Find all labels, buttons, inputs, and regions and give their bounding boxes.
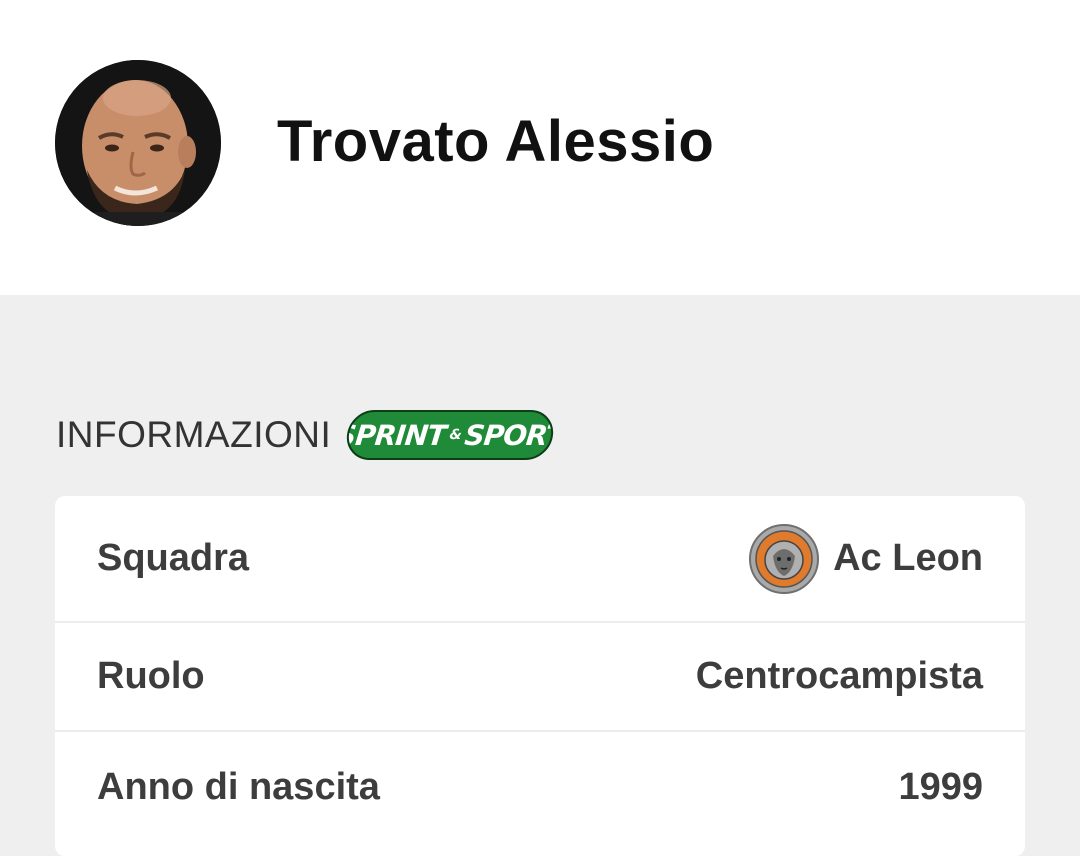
info-row-anno: Anno di nascita 1999 [55, 732, 1025, 842]
profile-header: Trovato Alessio [0, 0, 1080, 295]
info-row-ruolo: Ruolo Centrocampista [55, 623, 1025, 732]
info-label: Squadra [97, 537, 250, 579]
info-label: Anno di nascita [97, 765, 380, 808]
player-avatar [55, 60, 221, 226]
brand-left: SPRINT [344, 418, 448, 452]
team-value[interactable]: Ac Leon [749, 523, 983, 594]
team-logo-icon [749, 523, 820, 594]
brand-right: SPORT [463, 418, 556, 452]
info-label: Ruolo [97, 655, 205, 697]
brand-amp: & [448, 427, 462, 443]
info-card: Squadra Ac Leon Ruolo Centrocampista Ann… [55, 496, 1025, 856]
section-title: INFORMAZIONI [56, 414, 332, 455]
sprint-sport-badge[interactable]: SPRINT & SPORT [344, 410, 556, 460]
player-photo-icon [55, 60, 221, 226]
role-value: Centrocampista [695, 655, 983, 697]
team-name: Ac Leon [833, 537, 983, 579]
info-row-squadra[interactable]: Squadra Ac Leon [55, 496, 1025, 623]
info-section-header: INFORMAZIONI SPRINT & SPORT [56, 409, 556, 461]
player-name: Trovato Alessio [277, 109, 715, 174]
birth-year-value: 1999 [898, 765, 983, 808]
